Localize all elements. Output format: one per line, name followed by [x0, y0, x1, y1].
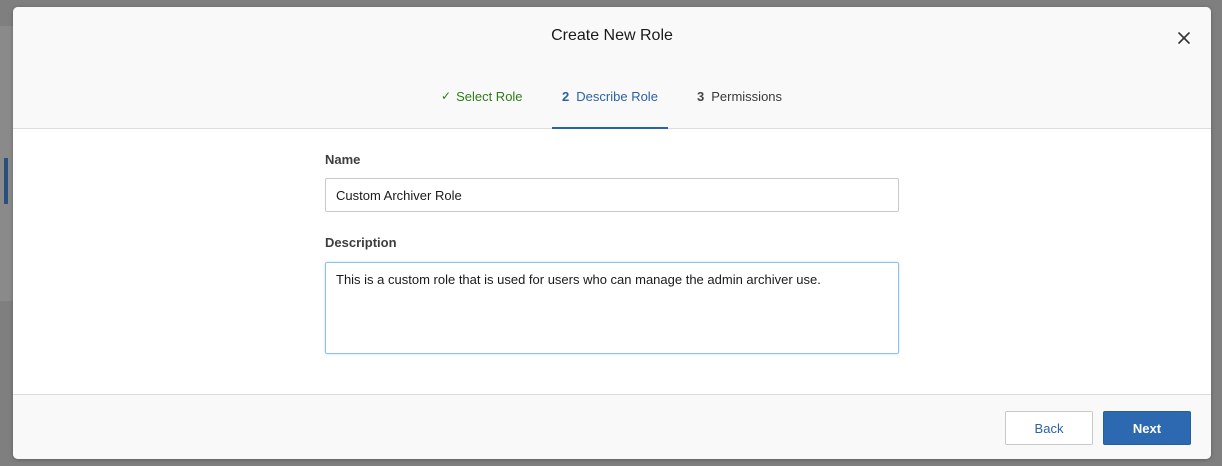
back-button[interactable]: Back [1005, 411, 1093, 445]
wizard-steps: ✓ Select Role 2 Describe Role 3 Permissi… [13, 77, 1211, 129]
next-button[interactable]: Next [1103, 411, 1191, 445]
step-permissions[interactable]: 3 Permissions [697, 77, 782, 129]
step-select-role[interactable]: ✓ Select Role [441, 77, 523, 129]
create-role-modal: Create New Role ✓ Select Role 2 Describe… [13, 7, 1211, 459]
modal-footer: Back Next [13, 394, 1211, 459]
description-label: Description [325, 235, 397, 250]
name-label: Name [325, 152, 361, 167]
step-number: 2 [562, 89, 570, 104]
close-button[interactable] [1173, 27, 1195, 49]
modal-title: Create New Role [551, 27, 673, 44]
step-label: Describe Role [576, 89, 658, 104]
check-icon: ✓ [441, 89, 452, 103]
name-input[interactable] [325, 178, 899, 212]
step-label: Select Role [456, 89, 523, 104]
description-textarea[interactable]: This is a custom role that is used for u… [325, 262, 899, 354]
close-icon [1178, 32, 1190, 44]
modal-header: Create New Role ✓ Select Role 2 Describe… [13, 7, 1211, 129]
step-describe-role[interactable]: 2 Describe Role [552, 77, 668, 129]
background-sidebar-accent [4, 158, 8, 204]
step-number: 3 [697, 89, 705, 104]
step-label: Permissions [711, 89, 783, 104]
